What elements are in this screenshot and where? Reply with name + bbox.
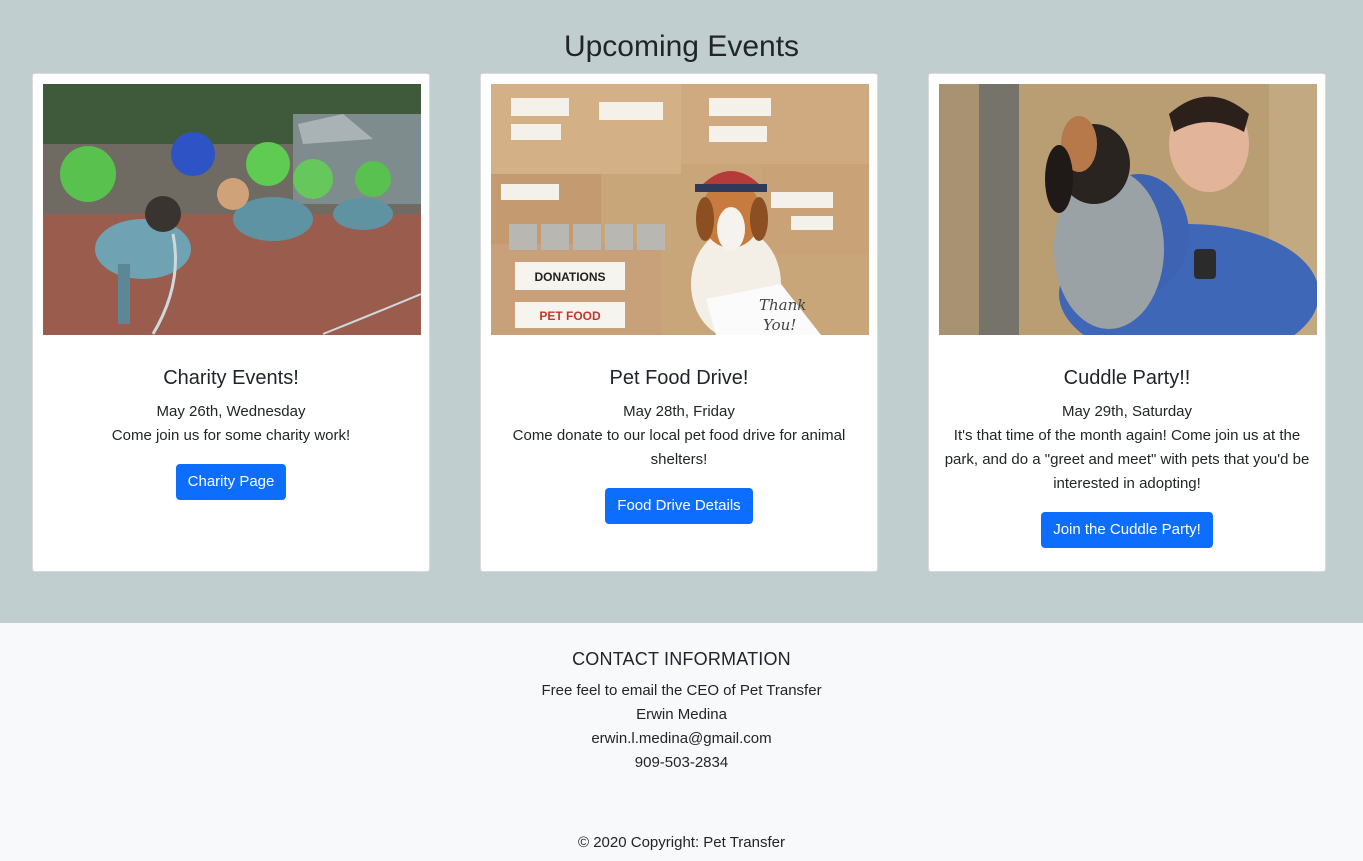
card-body: Charity Events! May 26th, Wednesday Come… bbox=[43, 366, 419, 500]
event-date: May 29th, Saturday bbox=[1061, 403, 1193, 420]
charity-page-button[interactable]: Charity Page bbox=[175, 464, 287, 500]
event-date: May 28th, Friday bbox=[623, 403, 735, 420]
contact-intro: Free feel to email the CEO of Pet Transf… bbox=[541, 682, 822, 699]
event-description: It's that time of the month again! Come … bbox=[944, 427, 1310, 492]
join-cuddle-party-button[interactable]: Join the Cuddle Party! bbox=[1041, 512, 1213, 548]
charity-event-photo bbox=[43, 84, 421, 335]
card-body: Cuddle Party!! May 29th, Saturday It's t… bbox=[939, 366, 1315, 548]
event-card-cuddle-party: Cuddle Party!! May 29th, Saturday It's t… bbox=[928, 73, 1326, 572]
event-title: Cuddle Party!! bbox=[1063, 367, 1191, 389]
event-description: Come donate to our local pet food drive … bbox=[512, 427, 846, 468]
thank-card-line-1: Thank bbox=[759, 296, 806, 314]
event-description: Come join us for some charity work! bbox=[111, 427, 351, 444]
event-title: Pet Food Drive! bbox=[609, 367, 749, 389]
page-title: Upcoming Events bbox=[563, 30, 800, 63]
events-section: Upcoming Events Charity Events! May 26th… bbox=[0, 0, 1363, 623]
food-drive-photo: DONATIONS PET FOOD Thank You! bbox=[491, 84, 869, 335]
contact-name: Erwin Medina bbox=[636, 706, 727, 723]
contact-details: Free feel to email the CEO of Pet Transf… bbox=[0, 679, 1363, 775]
food-drive-details-button[interactable]: Food Drive Details bbox=[605, 488, 753, 524]
event-title: Charity Events! bbox=[163, 367, 299, 389]
contact-phone: 909-503-2834 bbox=[634, 754, 729, 771]
box-label-donations: DONATIONS bbox=[534, 270, 605, 284]
event-card-charity: Charity Events! May 26th, Wednesday Come… bbox=[32, 73, 430, 572]
event-card-food-drive: DONATIONS PET FOOD Thank You! Pet Food D… bbox=[480, 73, 878, 572]
cuddle-party-photo bbox=[939, 84, 1317, 335]
thank-card-line-2: You! bbox=[763, 316, 796, 334]
copyright: © 2020 Copyright: Pet Transfer bbox=[578, 834, 785, 851]
event-date: May 26th, Wednesday bbox=[156, 403, 306, 420]
contact-email: erwin.l.medina@gmail.com bbox=[591, 730, 772, 747]
footer: CONTACT INFORMATION Free feel to email t… bbox=[0, 623, 1363, 861]
box-label-pet-food: PET FOOD bbox=[539, 309, 601, 323]
contact-heading: CONTACT INFORMATION bbox=[572, 649, 791, 669]
card-body: Pet Food Drive! May 28th, Friday Come do… bbox=[491, 366, 867, 524]
